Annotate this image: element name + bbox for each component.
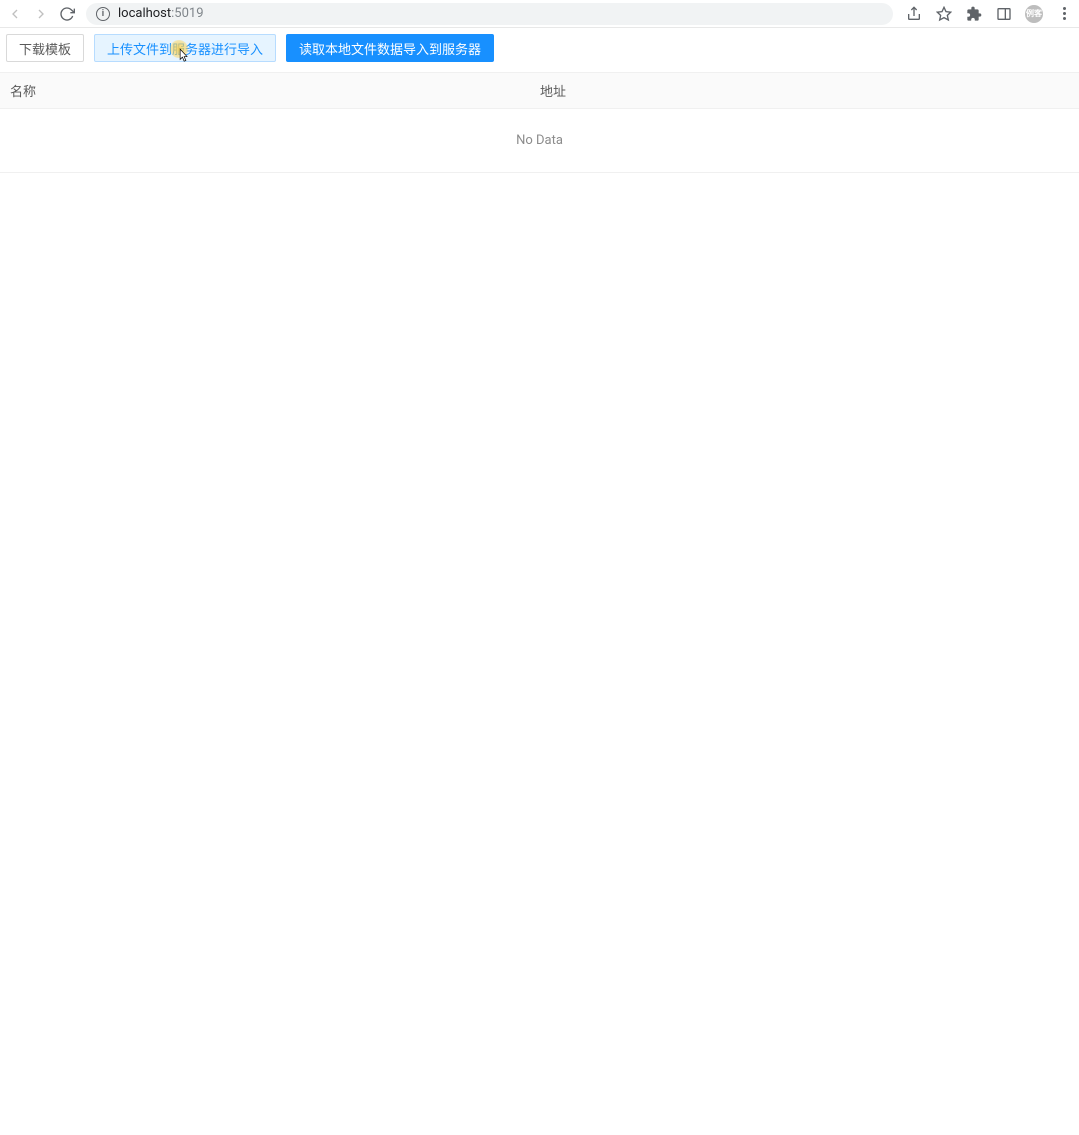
download-template-button[interactable]: 下载模板	[6, 34, 84, 62]
nav-buttons	[6, 5, 76, 23]
share-icon[interactable]	[905, 5, 923, 23]
column-address: 地址	[530, 73, 1079, 108]
site-info-icon[interactable]: i	[96, 7, 110, 21]
star-icon[interactable]	[935, 5, 953, 23]
action-toolbar: 下载模板 上传文件到服务器进行导入 读取本地文件数据导入到服务器	[0, 34, 1079, 72]
url-text: localhost:5019	[118, 6, 204, 21]
table-empty: No Data	[0, 109, 1079, 173]
profile-avatar[interactable]: 例客	[1025, 5, 1043, 23]
browser-right-icons: 例客	[905, 5, 1073, 23]
browser-menu-icon[interactable]	[1055, 5, 1073, 23]
forward-button[interactable]	[32, 5, 50, 23]
address-bar[interactable]: i localhost:5019	[86, 3, 893, 25]
panel-icon[interactable]	[995, 5, 1013, 23]
browser-toolbar: i localhost:5019 例客	[0, 0, 1079, 28]
reload-button[interactable]	[58, 5, 76, 23]
extensions-icon[interactable]	[965, 5, 983, 23]
column-name: 名称	[0, 73, 530, 108]
table-header: 名称 地址	[0, 72, 1079, 109]
read-local-import-button[interactable]: 读取本地文件数据导入到服务器	[286, 34, 494, 62]
back-button[interactable]	[6, 5, 24, 23]
page-content: 下载模板 上传文件到服务器进行导入 读取本地文件数据导入到服务器 名称 地址 N…	[0, 28, 1079, 173]
upload-import-button[interactable]: 上传文件到服务器进行导入	[94, 34, 276, 62]
